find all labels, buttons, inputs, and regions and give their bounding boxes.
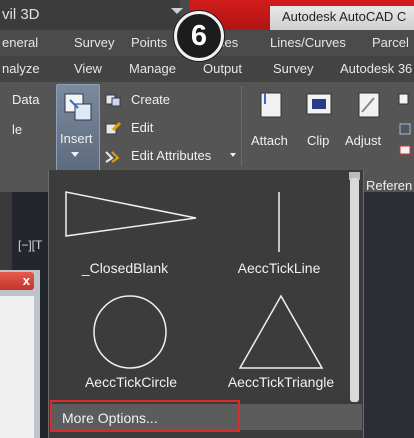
tab-survey[interactable]: Survey <box>74 30 114 56</box>
gallery-item-label: _ClosedBlank <box>81 260 169 276</box>
ribbon-data-label[interactable]: Data <box>12 92 39 107</box>
tab-view[interactable]: View <box>74 56 102 82</box>
reference-tools-icon <box>398 93 411 155</box>
tick-line-icon <box>278 192 280 252</box>
workspace-dropdown-arrow-icon[interactable] <box>171 8 183 14</box>
clip-icon <box>306 93 332 115</box>
gallery-item-label: AeccTickCircle <box>84 374 178 390</box>
edit-attributes-icon <box>105 151 120 163</box>
tick-circle-icon <box>93 295 167 369</box>
ribbon-separator <box>241 86 242 166</box>
ribbon-tab-row-2: nalyze View Manage Output Survey Autodes… <box>0 56 414 82</box>
gallery-item-aeccTickcircle[interactable]: AeccTickCircle <box>60 290 200 392</box>
edit-block-icon <box>105 121 122 135</box>
app-name: vil 3D <box>2 6 40 23</box>
gallery-item-label: AeccTickLine <box>237 260 321 276</box>
tab-lines-curves[interactable]: Lines/Curves <box>270 30 346 56</box>
dialog-close-button[interactable]: x <box>0 272 34 290</box>
attach-icon <box>260 92 282 118</box>
clip-button[interactable]: Clip <box>307 133 329 148</box>
viewport-controls[interactable]: [−][T <box>18 238 42 252</box>
tab-analyze[interactable]: nalyze <box>2 56 40 82</box>
create-button[interactable]: Create <box>131 92 170 107</box>
closed-blank-arrow-icon <box>65 191 197 237</box>
tab-output[interactable]: Output <box>203 56 242 82</box>
highlight-annotation <box>50 400 240 432</box>
adjust-button[interactable]: Adjust <box>345 133 381 148</box>
tab-autodesk-360[interactable]: Autodesk 36 <box>340 56 412 82</box>
tab-parcel[interactable]: Parcel <box>372 30 409 56</box>
gallery-scrollbar[interactable] <box>350 178 359 402</box>
edit-attributes-dropdown-icon[interactable] <box>230 153 236 157</box>
product-title: Autodesk AutoCAD C <box>282 9 407 24</box>
insert-dropdown-arrow-icon[interactable] <box>71 152 79 157</box>
background-dialog-body <box>0 296 34 438</box>
tab-manage[interactable]: Manage <box>129 56 176 82</box>
adjust-icon <box>358 92 380 118</box>
gallery-item-aecctickline[interactable]: AeccTickLine <box>214 186 348 286</box>
reference-panel-label: Referen <box>366 178 413 193</box>
gallery-item-label: AeccTickTriangle <box>227 374 335 390</box>
tick-triangle-icon <box>238 294 324 369</box>
create-block-icon <box>105 94 121 107</box>
tab-points[interactable]: Points <box>131 30 167 56</box>
attach-button[interactable]: Attach <box>251 133 288 148</box>
edit-attributes-button[interactable]: Edit Attributes <box>131 148 211 163</box>
insert-block-icon <box>64 93 92 121</box>
edit-button[interactable]: Edit <box>131 120 153 135</box>
step-badge: 6 <box>174 11 224 61</box>
tab-general[interactable]: eneral <box>2 30 38 56</box>
tab-survey-2[interactable]: Survey <box>273 56 313 82</box>
gallery-item-closedblank[interactable]: _ClosedBlank <box>60 186 200 286</box>
gallery-item-aeccticktriangle[interactable]: AeccTickTriangle <box>214 290 348 392</box>
drawing-area-right[interactable] <box>362 192 414 438</box>
ribbon-le-label[interactable]: le <box>12 122 22 137</box>
insert-label: Insert <box>60 131 93 146</box>
